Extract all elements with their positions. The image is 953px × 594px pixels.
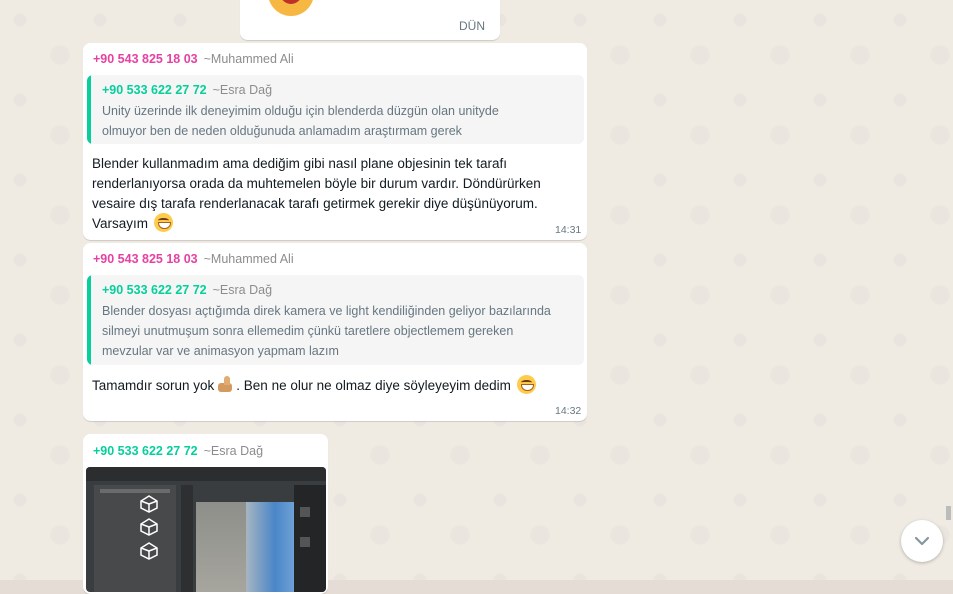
chevron-down-icon — [914, 536, 930, 546]
quote-text-line: Unity üzerinde ilk deneyimim olduğu için… — [102, 104, 499, 118]
quote-bar — [87, 75, 91, 144]
message-text-line: renderlanıyorsa orada da muhtemelen böyl… — [92, 176, 541, 191]
quote-sender-number: +90 533 622 27 72 — [102, 83, 207, 97]
message-time: DÜN — [459, 19, 485, 33]
unity-logo-icon — [140, 518, 158, 536]
image-attachment[interactable] — [86, 467, 326, 592]
unity-logo-icon — [140, 542, 158, 560]
quote-sender-name: ~Esra Dağ — [212, 283, 273, 297]
quote-sender-name: ~Esra Dağ — [212, 83, 273, 97]
quote-sender-number: +90 533 622 27 72 — [102, 283, 207, 297]
sender-name: ~Muhammed Ali — [203, 252, 294, 266]
message-bubble[interactable]: +90 543 825 18 03 ~Muhammed Ali +90 533 6… — [83, 43, 587, 240]
message-text: . Ben ne olur ne olmaz diye söyleyeyim d… — [236, 378, 511, 393]
message-text: Varsayım — [92, 216, 149, 231]
message-text-line: Varsayım — [92, 213, 173, 234]
message-text: Tamamdır sorun yok — [92, 378, 215, 393]
message-text-line: Tamamdır sorun yok . Ben ne olur ne olmaz… — [92, 375, 536, 396]
scroll-down-button[interactable] — [901, 520, 943, 562]
sender-name: ~Esra Dağ — [203, 444, 264, 458]
sender-header: +90 543 825 18 03 ~Muhammed Ali — [93, 52, 294, 66]
quoted-message[interactable]: +90 533 622 27 72 ~Esra Dağ Blender dosya… — [87, 275, 584, 365]
quote-header: +90 533 622 27 72 ~Esra Dağ — [102, 283, 272, 297]
sender-name: ~Muhammed Ali — [203, 52, 294, 66]
message-bubble[interactable]: +90 533 622 27 72 ~Esra Dağ — [83, 434, 328, 594]
sender-number[interactable]: +90 533 622 27 72 — [93, 444, 198, 458]
sender-number[interactable]: +90 543 825 18 03 — [93, 52, 198, 66]
grinning-emoji-icon — [153, 213, 173, 232]
message-text-line: Blender kullanmadım ama dediğim gibi nas… — [92, 156, 507, 171]
quote-text-line: olmuyor ben de neden olduğunuda anlamadı… — [102, 124, 462, 138]
message-time: 14:32 — [555, 405, 582, 417]
unity-logo-icon — [140, 495, 158, 513]
quote-text-line: silmeyi unutmuşum sonra ellemedim çünkü … — [102, 324, 514, 338]
quote-header: +90 533 622 27 72 ~Esra Dağ — [102, 83, 272, 97]
scrollbar-thumb[interactable] — [946, 506, 951, 520]
sender-header: +90 543 825 18 03 ~Muhammed Ali — [93, 252, 294, 266]
grinning-emoji-icon — [516, 375, 536, 394]
message-bubble[interactable]: DÜN — [240, 0, 500, 40]
message-bubble[interactable]: +90 543 825 18 03 ~Muhammed Ali +90 533 6… — [83, 243, 587, 421]
quote-bar — [87, 275, 91, 365]
quote-text-line: Blender dosyası açtığımda direk kamera v… — [102, 304, 551, 318]
message-time: 14:31 — [555, 224, 582, 236]
quote-text-line: mevzular var ve animasyon yapmam lazım — [102, 344, 339, 358]
sender-number[interactable]: +90 543 825 18 03 — [93, 252, 198, 266]
message-text-line: vesaire dış tarafa renderlanacak tarafı … — [92, 196, 538, 211]
quoted-message[interactable]: +90 533 622 27 72 ~Esra Dağ Unity üzerind… — [87, 75, 584, 144]
grinning-emoji-icon — [268, 0, 314, 16]
sender-header: +90 533 622 27 72 ~Esra Dağ — [93, 444, 263, 458]
thumbs-up-emoji-icon — [217, 375, 235, 393]
